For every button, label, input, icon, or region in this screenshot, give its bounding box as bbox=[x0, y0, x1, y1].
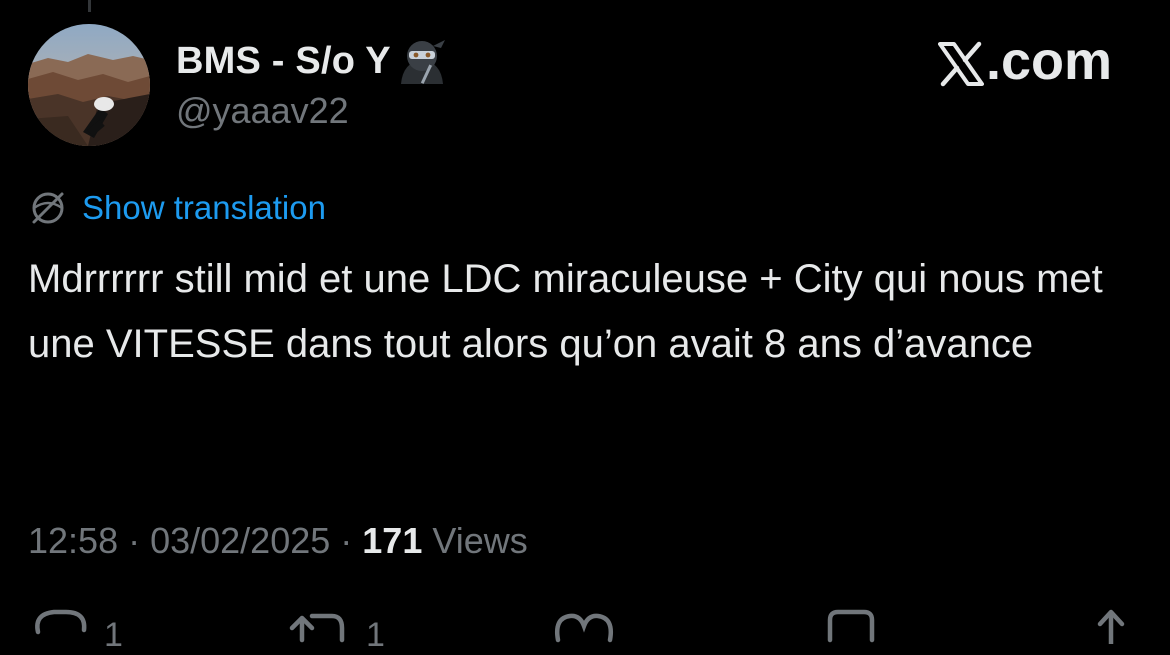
bookmark-button[interactable] bbox=[826, 604, 876, 644]
brand-domain-text: .com bbox=[985, 31, 1112, 91]
share-icon bbox=[1097, 609, 1125, 644]
heart-icon bbox=[555, 613, 613, 643]
author-name-row[interactable]: BMS - S/o Y bbox=[176, 36, 449, 86]
avatar[interactable] bbox=[28, 24, 150, 146]
repost-button[interactable]: 1 bbox=[288, 604, 385, 655]
tweet-text: Mdrrrrrr still mid et une LDC miraculeus… bbox=[28, 257, 1103, 366]
share-button[interactable] bbox=[1086, 604, 1136, 644]
like-button[interactable] bbox=[552, 604, 616, 644]
reply-icon bbox=[35, 609, 87, 635]
brand-watermark: .com bbox=[937, 30, 1112, 92]
views-label: Views bbox=[422, 520, 528, 561]
action-bar: 1 1 bbox=[0, 604, 1170, 654]
repost-icon bbox=[289, 613, 345, 643]
tweet-date[interactable]: 03/02/2025 bbox=[150, 520, 330, 561]
show-translation-button[interactable]: Show translation bbox=[28, 186, 326, 230]
globe-icon bbox=[28, 188, 68, 228]
tweet-time[interactable]: 12:58 bbox=[28, 520, 118, 561]
author-handle[interactable]: @yaaav22 bbox=[176, 90, 349, 132]
show-translation-label[interactable]: Show translation bbox=[82, 189, 326, 227]
bookmark-icon bbox=[827, 609, 875, 643]
tweet-meta: 12:58 · 03/02/2025 · 171 Views bbox=[28, 520, 528, 562]
author-display-name[interactable]: BMS - S/o Y bbox=[176, 40, 391, 83]
ninja-icon bbox=[395, 38, 449, 84]
thread-connector-line bbox=[88, 0, 91, 12]
repost-count: 1 bbox=[366, 616, 385, 654]
meta-separator: · bbox=[330, 520, 363, 561]
meta-separator: · bbox=[118, 520, 151, 561]
reply-count: 1 bbox=[104, 616, 123, 654]
x-logo-icon bbox=[937, 38, 984, 87]
views-count: 171 bbox=[362, 520, 423, 561]
reply-button[interactable]: 1 bbox=[30, 604, 123, 655]
